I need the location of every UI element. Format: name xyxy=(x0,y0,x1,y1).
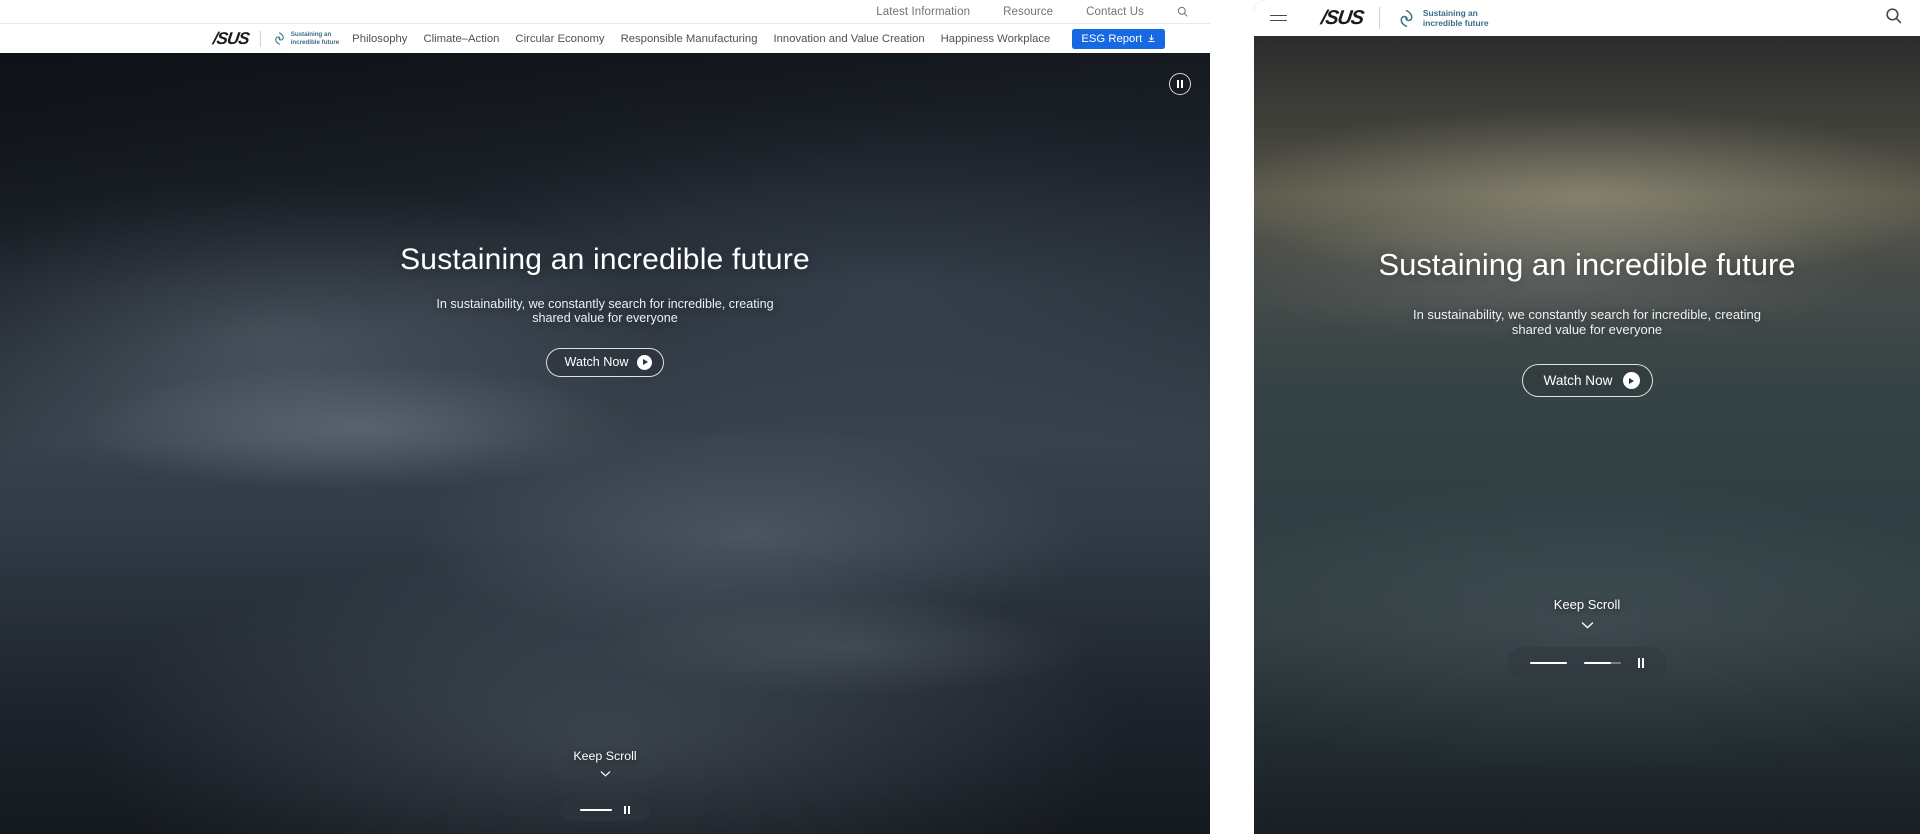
mobile-hero-content: Sustaining an incredible future In susta… xyxy=(1254,247,1920,398)
esg-report-label: ESG Report xyxy=(1081,32,1143,45)
mobile-top-bar: /SUS Sustaining an incredible future xyxy=(1254,0,1920,36)
nav-item-innovation-and-value-creation[interactable]: Innovation and Value Creation xyxy=(773,33,924,45)
nav-item-philosophy[interactable]: Philosophy xyxy=(352,33,407,45)
pause-icon[interactable] xyxy=(1637,658,1645,668)
sublogo-line-1: Sustaining an xyxy=(1422,8,1478,18)
hero-video-banner: Sustaining an incredible future In susta… xyxy=(0,53,1210,834)
hero-media-controls[interactable] xyxy=(560,799,650,821)
keep-scroll-indicator[interactable]: Keep Scroll xyxy=(1254,597,1920,632)
mobile-hero-overlay xyxy=(1254,36,1920,834)
asus-logo[interactable]: /SUS xyxy=(212,29,250,49)
chevron-down-icon xyxy=(1581,617,1594,632)
utility-link-resource[interactable]: Resource xyxy=(1003,6,1053,18)
hero-content: Sustaining an incredible future In susta… xyxy=(0,243,1210,377)
chevron-down-icon xyxy=(600,766,611,777)
nav-item-circular-economy[interactable]: Circular Economy xyxy=(515,33,604,45)
hero-title: Sustaining an incredible future xyxy=(400,243,810,276)
mobile-logo-group[interactable]: /SUS Sustaining an incredible future xyxy=(1319,7,1489,30)
sublogo-line-2: incredible future xyxy=(1422,18,1489,28)
search-icon[interactable] xyxy=(1177,6,1188,17)
watch-now-label: Watch Now xyxy=(564,355,629,370)
hero-title: Sustaining an incredible future xyxy=(1378,247,1796,282)
viewport-gap xyxy=(1210,0,1254,834)
nav-item-responsible-manufacturing[interactable]: Responsible Manufacturing xyxy=(621,33,758,45)
logo-divider xyxy=(1378,7,1380,29)
logo-divider xyxy=(259,30,261,47)
sublogo-text: Sustaining an incredible future xyxy=(291,31,339,46)
nav-item-climate-action[interactable]: Climate–Action xyxy=(423,33,499,45)
mobile-viewport: /SUS Sustaining an incredible future Sus… xyxy=(1254,0,1920,834)
main-navigation: /SUS Sustaining an incredible future Phi… xyxy=(0,24,1210,53)
pause-icon xyxy=(1177,80,1183,88)
play-icon xyxy=(1622,372,1640,390)
sustainability-sublogo[interactable]: Sustaining an incredible future xyxy=(1396,8,1489,29)
mobile-media-controls[interactable] xyxy=(1507,647,1667,679)
mobile-hero-banner: Sustaining an incredible future In susta… xyxy=(1254,36,1920,834)
slide-progress-track[interactable] xyxy=(580,809,613,811)
esg-report-button[interactable]: ESG Report xyxy=(1072,28,1166,49)
slide-progress-track-2[interactable] xyxy=(1583,661,1621,665)
keep-scroll-label: Keep Scroll xyxy=(1553,597,1621,612)
nav-item-happiness-workplace[interactable]: Happiness Workplace xyxy=(941,33,1051,45)
sublogo-line-2: incredible future xyxy=(290,38,340,46)
watch-now-label: Watch Now xyxy=(1543,373,1613,389)
leaf-droplet-icon xyxy=(272,31,287,46)
utility-link-contact-us[interactable]: Contact Us xyxy=(1086,6,1144,18)
hero-subtitle: In sustainability, we constantly search … xyxy=(1412,307,1762,338)
sustainability-sublogo[interactable]: Sustaining an incredible future xyxy=(272,31,339,46)
leaf-droplet-icon xyxy=(1396,8,1417,29)
hamburger-menu-icon[interactable] xyxy=(1270,14,1287,22)
asus-logo[interactable]: /SUS xyxy=(1319,7,1365,30)
nav-items: Philosophy Climate–Action Circular Econo… xyxy=(352,28,1166,49)
keep-scroll-label: Keep Scroll xyxy=(573,749,637,763)
utility-bar: Latest Information Resource Contact Us xyxy=(0,0,1210,24)
keep-scroll-indicator[interactable]: Keep Scroll xyxy=(0,749,1210,777)
download-icon xyxy=(1147,34,1156,43)
sublogo-line-1: Sustaining an xyxy=(290,31,332,39)
responsive-preview-stage: Latest Information Resource Contact Us /… xyxy=(0,0,1920,834)
watch-now-button[interactable]: Watch Now xyxy=(545,347,665,377)
desktop-viewport: Latest Information Resource Contact Us /… xyxy=(0,0,1210,834)
hero-subtitle: In sustainability, we constantly search … xyxy=(436,297,774,326)
play-icon xyxy=(637,354,653,370)
search-icon[interactable] xyxy=(1885,7,1902,29)
hero-pause-button[interactable] xyxy=(1169,73,1191,95)
sublogo-text: Sustaining an incredible future xyxy=(1423,8,1489,28)
utility-link-latest-information[interactable]: Latest Information xyxy=(876,6,970,18)
slide-progress-track-1[interactable] xyxy=(1529,661,1567,665)
watch-now-button[interactable]: Watch Now xyxy=(1521,364,1653,398)
pause-icon[interactable] xyxy=(624,806,630,814)
hero-overlay xyxy=(0,53,1210,834)
